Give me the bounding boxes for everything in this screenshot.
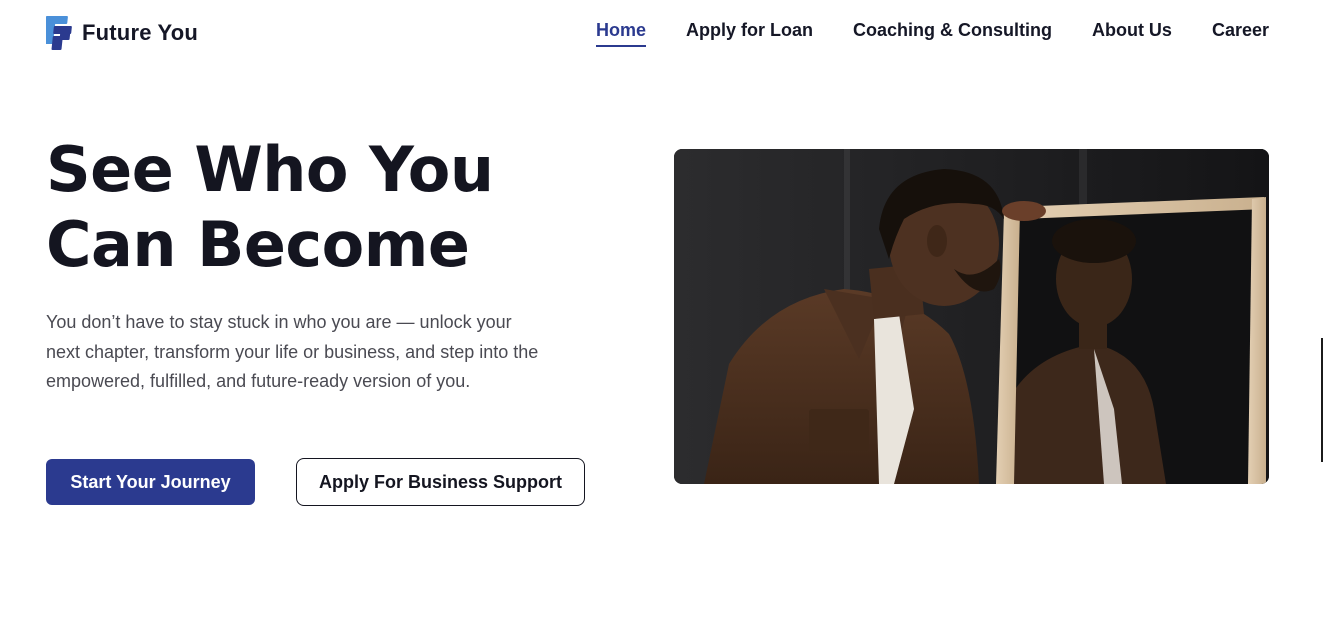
nav-item-career[interactable]: Career — [1212, 20, 1269, 47]
nav-item-apply-for-loan[interactable]: Apply for Loan — [686, 20, 813, 47]
hero-description: You don’t have to stay stuck in who you … — [46, 312, 539, 391]
nav-item-coaching-consulting[interactable]: Coaching & Consulting — [853, 20, 1052, 47]
hero-title: See Who You Can Become — [46, 133, 494, 281]
start-journey-button[interactable]: Start Your Journey — [46, 459, 255, 505]
apply-business-support-button[interactable]: Apply For Business Support — [296, 458, 585, 506]
fy-logo-icon — [46, 16, 72, 50]
nav-item-home[interactable]: Home — [595, 20, 646, 47]
brand-logo[interactable]: Future You — [46, 16, 198, 50]
nav-item-about-us[interactable]: About Us — [1092, 20, 1172, 47]
brand-name: Future You — [82, 20, 199, 45]
main-nav: Home Apply for Loan Coaching & Consultin… — [595, 20, 1269, 47]
hero-image — [674, 149, 1269, 484]
man-looking-in-mirror-photo — [674, 149, 1269, 484]
